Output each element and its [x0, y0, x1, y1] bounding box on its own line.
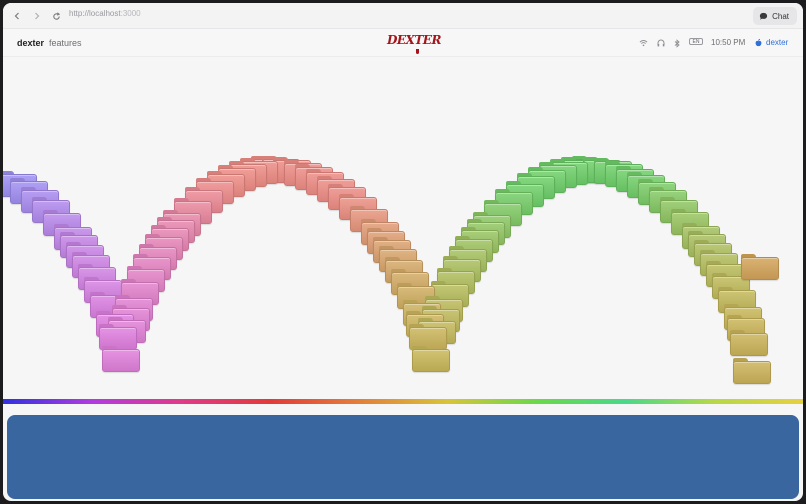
- spectrum-bar: [3, 399, 803, 404]
- reload-icon: [52, 11, 60, 20]
- reload-button[interactable]: [48, 8, 64, 24]
- folder-body: [730, 333, 769, 357]
- headphones-icon: [657, 37, 665, 49]
- url-scheme: http://: [69, 9, 90, 18]
- chevron-right-icon: [35, 12, 40, 20]
- folder-icon: [741, 254, 779, 280]
- chevron-left-icon: [14, 12, 19, 20]
- url-port: :3000: [120, 9, 141, 18]
- folder-icon: [730, 330, 769, 357]
- folder-body: [741, 257, 779, 280]
- folder-body: [102, 348, 141, 372]
- dexter-logo: DEXTER: [387, 33, 441, 47]
- folder-icon: [733, 358, 772, 384]
- url-host: localhost: [89, 9, 121, 18]
- address-bar[interactable]: http://localhost:3000: [69, 9, 141, 18]
- battery-text: EN: [692, 38, 700, 45]
- folder-icon: [102, 345, 141, 372]
- apple-icon: [755, 38, 762, 46]
- features-link[interactable]: features: [49, 38, 82, 48]
- brand-link[interactable]: dexter: [17, 38, 44, 48]
- browser-window: http://localhost:3000 Chat dexter featur…: [3, 3, 803, 501]
- blue-panel: [7, 415, 799, 499]
- folder-body: [733, 361, 772, 384]
- folder-icon: [412, 345, 451, 372]
- chat-label: Chat: [772, 11, 789, 21]
- folder-body: [412, 348, 451, 372]
- browser-toolbar: http://localhost:3000 Chat: [3, 3, 803, 29]
- logo-drip: [416, 49, 419, 54]
- folder-animation-stage: [3, 58, 803, 398]
- chat-bubble-icon: [759, 12, 768, 20]
- bluetooth-icon: [674, 37, 680, 49]
- chat-button[interactable]: Chat: [753, 7, 797, 25]
- battery-icon: EN: [689, 38, 703, 45]
- forward-button[interactable]: [29, 8, 45, 24]
- app-menubar: dexter features DEXTER EN 10:50 PM dexte…: [3, 29, 803, 57]
- back-button[interactable]: [9, 8, 25, 24]
- user-menu[interactable]: dexter: [755, 38, 788, 47]
- clock: 10:50 PM: [711, 38, 746, 47]
- user-name: dexter: [766, 38, 789, 47]
- wifi-icon: [639, 37, 648, 49]
